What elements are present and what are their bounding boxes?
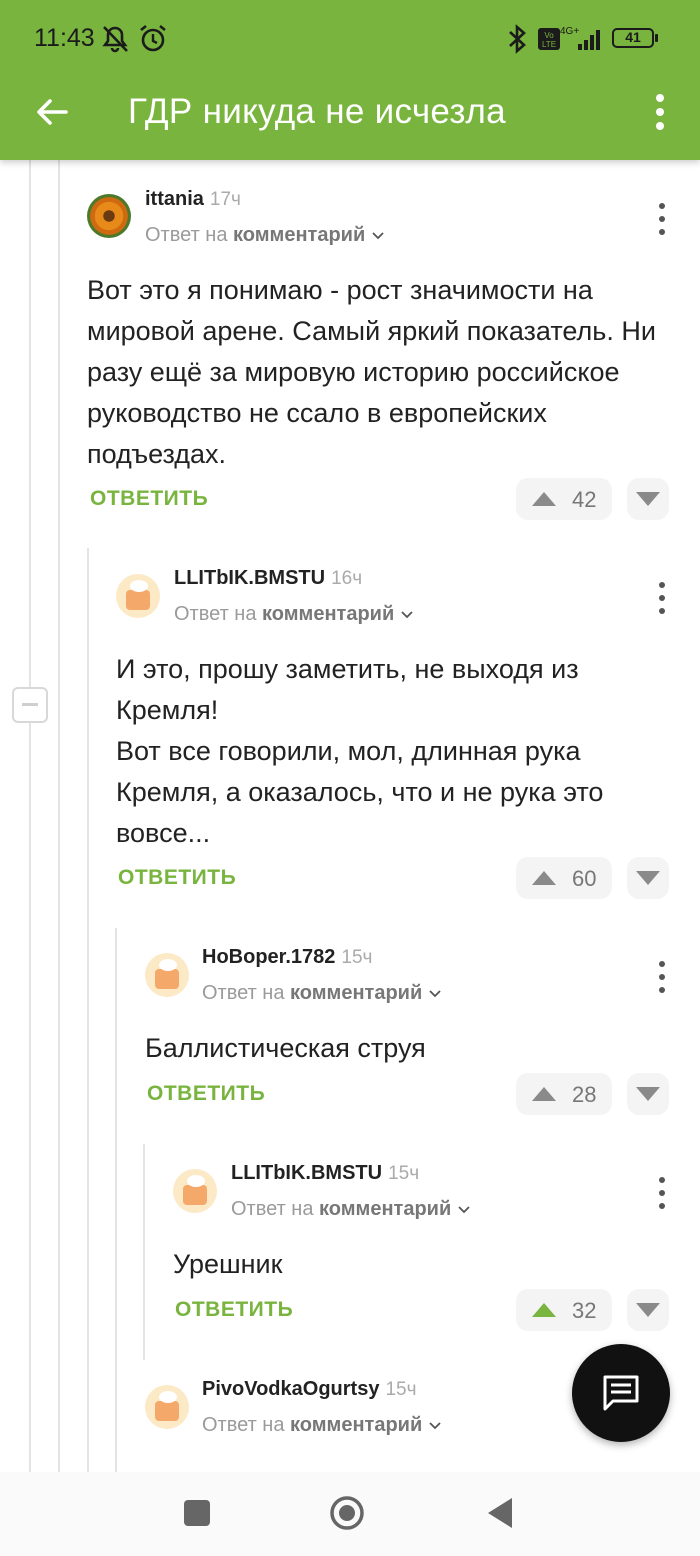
svg-text:LTE: LTE (542, 40, 556, 49)
comment-menu-icon[interactable] (657, 960, 667, 994)
app-header: 11:43 Vo LTE 4G+ 41 ГДР никуда не исчезл… (0, 0, 700, 160)
thread-line (58, 160, 60, 1472)
comment-time: 15ч (388, 1163, 420, 1184)
comment-text: И это, прошу заметить, не выходя из Крем… (116, 654, 604, 848)
battery-level: 41 (625, 29, 641, 45)
comment-text: Вот это я понимаю - рост значимости на м… (87, 275, 656, 469)
rating-count: 42 (572, 487, 597, 512)
reply-to-link[interactable]: Ответ на комментарий (231, 1198, 471, 1221)
reply-button[interactable]: ОТВЕТИТЬ (147, 1082, 265, 1106)
mute-notifications-icon (102, 26, 128, 53)
comment-time: 15ч (341, 947, 373, 968)
chevron-down-icon (401, 611, 413, 619)
comment-menu-icon[interactable] (657, 1176, 667, 1210)
upvote-icon (532, 1087, 556, 1101)
downvote-button[interactable] (627, 478, 669, 520)
avatar[interactable] (87, 194, 131, 238)
reply-button[interactable]: ОТВЕТИТЬ (118, 866, 236, 890)
svg-text:Vo: Vo (544, 31, 554, 40)
reply-to-link[interactable]: Ответ на комментарий (202, 982, 442, 1005)
upvote-button[interactable]: 32 (516, 1289, 612, 1331)
signal-icon: 4G+ (560, 26, 600, 50)
thread-line (87, 548, 89, 1472)
write-comment-button[interactable] (572, 1344, 670, 1442)
upvote-button[interactable]: 42 (516, 478, 612, 520)
chevron-down-icon (372, 232, 384, 240)
rating-count: 60 (572, 866, 597, 891)
status-time: 11:43 (34, 24, 95, 52)
comment-time: 16ч (331, 568, 363, 589)
chevron-down-icon (458, 1206, 470, 1214)
avatar[interactable] (173, 1169, 217, 1213)
avatar[interactable] (145, 953, 189, 997)
comment-time: 15ч (385, 1379, 417, 1400)
downvote-icon (636, 1087, 660, 1101)
upvote-button[interactable]: 60 (516, 857, 612, 899)
alarm-icon (140, 24, 166, 52)
thread-line (29, 160, 31, 1472)
upvote-icon (532, 492, 556, 506)
comment-author[interactable]: PivoVodkaOgurtsy 15ч (202, 1378, 417, 1401)
reply-to-link[interactable]: Ответ на комментарий (202, 1414, 442, 1437)
comment-author[interactable]: ittania 17ч (145, 188, 241, 211)
comments-list: ittania 17ч Ответ на комментарий Вот это … (0, 160, 700, 1472)
upvote-button[interactable]: 28 (516, 1073, 612, 1115)
downvote-icon (636, 1303, 660, 1317)
downvote-button[interactable] (627, 1073, 669, 1115)
back-arrow-icon[interactable] (28, 88, 76, 136)
downvote-icon (636, 492, 660, 506)
comment-time: 17ч (209, 189, 241, 210)
upvote-icon (532, 871, 556, 885)
comment-text: Урешник (173, 1249, 283, 1279)
chevron-down-icon (429, 1422, 441, 1430)
status-bar: 11:43 Vo LTE 4G+ 41 (0, 0, 700, 78)
comment-menu-icon[interactable] (657, 581, 667, 615)
back-nav-icon[interactable] (484, 1496, 514, 1530)
reply-button[interactable]: ОТВЕТИТЬ (90, 487, 208, 511)
comment-author[interactable]: LLITbIK.BMSTU 16ч (174, 567, 362, 590)
reply-to-link[interactable]: Ответ на комментарий (174, 603, 414, 626)
thread-line (143, 1144, 145, 1360)
downvote-button[interactable] (627, 857, 669, 899)
battery-icon: 41 (612, 28, 658, 48)
avatar[interactable] (116, 574, 160, 618)
reply-button[interactable]: ОТВЕТИТЬ (175, 1298, 293, 1322)
comment-menu-icon[interactable] (657, 202, 667, 236)
bluetooth-icon (509, 24, 526, 54)
chevron-down-icon (429, 990, 441, 998)
collapse-thread-button[interactable] (12, 687, 48, 723)
downvote-button[interactable] (627, 1289, 669, 1331)
reply-to-link[interactable]: Ответ на комментарий (145, 224, 385, 247)
comment-icon (603, 1375, 639, 1411)
more-options-icon[interactable] (646, 92, 674, 132)
recents-icon[interactable] (183, 1499, 211, 1527)
rating-count: 28 (572, 1082, 597, 1107)
network-type: 4G+ (560, 26, 579, 37)
thread-line (115, 928, 117, 1472)
home-icon[interactable] (329, 1495, 365, 1531)
downvote-icon (636, 871, 660, 885)
comment-author[interactable]: LLITbIK.BMSTU 15ч (231, 1162, 419, 1185)
page-title: ГДР никуда не исчезла (128, 92, 506, 131)
comment-text: Баллистическая струя (145, 1033, 426, 1063)
system-nav-bar (0, 1472, 700, 1556)
upvote-active-icon (532, 1303, 556, 1317)
rating-count: 32 (572, 1298, 597, 1323)
avatar[interactable] (145, 1385, 189, 1429)
comment-author[interactable]: HoBoper.1782 15ч (202, 946, 372, 969)
